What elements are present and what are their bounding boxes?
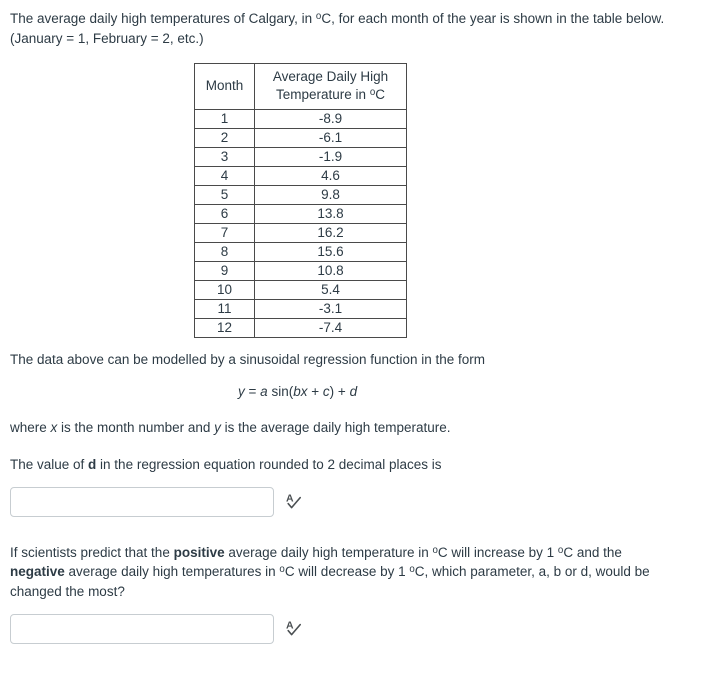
cell-month: 11 bbox=[194, 298, 255, 319]
cell-temperature: 16.2 bbox=[254, 222, 407, 243]
equation-plus-2: + bbox=[337, 384, 346, 400]
equation-close-paren: ) bbox=[329, 384, 335, 400]
equation-c: c bbox=[322, 384, 330, 400]
question-2-part1: If scientists predict that the bbox=[10, 544, 174, 560]
question-2-part5: average daily high temperatures in bbox=[64, 564, 280, 580]
question-1-part1: The value of bbox=[10, 457, 89, 473]
cell-month: 7 bbox=[194, 222, 255, 243]
question-2-block: If scientists predict that the positive … bbox=[10, 543, 696, 644]
equation-d: d bbox=[349, 384, 358, 400]
cell-temperature: -7.4 bbox=[254, 317, 407, 338]
cell-month: 12 bbox=[194, 317, 255, 338]
table-row: 8 15.6 bbox=[194, 241, 407, 262]
spellcheck-glyph: A bbox=[286, 619, 301, 635]
table-row: 10 5.4 bbox=[194, 279, 407, 300]
model-description: The data above can be modelled by a sinu… bbox=[10, 351, 486, 367]
cell-month: 3 bbox=[194, 146, 255, 167]
cell-month: 2 bbox=[194, 127, 255, 148]
answer-input-2[interactable] bbox=[10, 613, 274, 644]
table-row: 5 9.8 bbox=[194, 184, 407, 205]
where-part3: is the average daily high temperature. bbox=[220, 419, 451, 435]
table-row: 4 4.6 bbox=[194, 165, 407, 186]
table-row: 2 -6.1 bbox=[194, 127, 407, 148]
question-2-part2: average daily high temperature in bbox=[224, 544, 433, 560]
cell-temperature: -1.9 bbox=[254, 146, 407, 167]
equation-a: a bbox=[260, 384, 268, 400]
cell-month: 5 bbox=[194, 184, 255, 205]
spellcheck-icon[interactable]: A bbox=[284, 491, 304, 513]
question-2-prompt: If scientists predict that the positive … bbox=[10, 543, 670, 602]
column-header-temperature-line1: Average Daily High bbox=[272, 69, 389, 85]
cell-temperature: -3.1 bbox=[254, 298, 407, 319]
answer-row-1: A bbox=[10, 486, 696, 517]
regression-equation: y = a sin(bx + c) + d bbox=[10, 382, 696, 402]
intro-text-part1: The average daily high temperatures of C… bbox=[10, 11, 316, 26]
cell-temperature: 15.6 bbox=[254, 241, 407, 262]
column-header-temperature: Average Daily High Temperature in oC bbox=[254, 63, 407, 110]
equation-equals: = bbox=[248, 384, 257, 400]
cell-temperature: -8.9 bbox=[254, 108, 407, 129]
equation-plus-1: + bbox=[311, 384, 320, 400]
question-1-part2: in the regression equation rounded to 2 … bbox=[96, 457, 442, 473]
cell-month: 6 bbox=[194, 203, 255, 224]
answer-input-1[interactable] bbox=[10, 486, 274, 517]
variable-definition: where x is the month number and y is the… bbox=[10, 418, 670, 438]
spellcheck-glyph: A bbox=[286, 492, 301, 509]
where-part2: is the month number and bbox=[57, 419, 215, 435]
cell-month: 1 bbox=[194, 108, 255, 129]
table-row: 12 -7.4 bbox=[194, 317, 407, 338]
table-header-row: Month Average Daily High Temperature in o… bbox=[194, 63, 407, 110]
question-2-part3: C will increase by 1 bbox=[437, 544, 558, 560]
equation-y: y bbox=[238, 384, 245, 400]
where-variable-y: y bbox=[214, 419, 221, 435]
cell-temperature: 4.6 bbox=[254, 165, 407, 186]
where-part1: where bbox=[10, 419, 51, 435]
equation-sin: sin( bbox=[271, 384, 294, 400]
temperature-table: Month Average Daily High Temperature in o… bbox=[194, 63, 407, 338]
cell-temperature: -6.1 bbox=[254, 127, 407, 148]
svg-text:A: A bbox=[286, 619, 294, 631]
equation-bx: bx bbox=[293, 384, 308, 400]
cell-temperature: 13.8 bbox=[254, 203, 407, 224]
cell-month: 10 bbox=[194, 279, 255, 300]
question-2-part4: C and the bbox=[563, 544, 622, 560]
cell-month: 9 bbox=[194, 260, 255, 281]
table-row: 7 16.2 bbox=[194, 222, 407, 243]
table-head: Month Average Daily High Temperature in o… bbox=[194, 63, 407, 110]
column-header-temperature-line2: Temperature in bbox=[276, 87, 370, 103]
cell-temperature: 10.8 bbox=[254, 260, 407, 281]
temperature-table-container: Month Average Daily High Temperature in o… bbox=[10, 63, 696, 338]
table-row: 11 -3.1 bbox=[194, 298, 407, 319]
cell-month: 4 bbox=[194, 165, 255, 186]
table-row: 1 -8.9 bbox=[194, 108, 407, 129]
column-header-temperature-unit: C bbox=[375, 87, 385, 103]
cell-month: 8 bbox=[194, 241, 255, 262]
svg-text:A: A bbox=[286, 492, 294, 504]
question-1-prompt: The value of d in the regression equatio… bbox=[10, 455, 670, 475]
intro-paragraph: The average daily high temperatures of C… bbox=[10, 9, 670, 48]
cell-temperature: 9.8 bbox=[254, 184, 407, 205]
column-header-month: Month bbox=[194, 63, 255, 110]
question-page: The average daily high temperatures of C… bbox=[0, 0, 706, 644]
spellcheck-icon[interactable]: A bbox=[284, 618, 304, 640]
question-2-bold-negative: negative bbox=[10, 564, 65, 580]
cell-temperature: 5.4 bbox=[254, 279, 407, 300]
question-2-bold-positive: positive bbox=[173, 544, 225, 560]
question-2-part6: C will decrease by 1 bbox=[284, 564, 410, 580]
table-row: 9 10.8 bbox=[194, 260, 407, 281]
table-row: 3 -1.9 bbox=[194, 146, 407, 167]
answer-row-2: A bbox=[10, 613, 696, 644]
table-body: 1 -8.9 2 -6.1 3 -1.9 4 4.6 5 9.8 6 13.8 7 16.2 8 15.6 9 1… bbox=[194, 108, 407, 338]
table-row: 6 13.8 bbox=[194, 203, 407, 224]
